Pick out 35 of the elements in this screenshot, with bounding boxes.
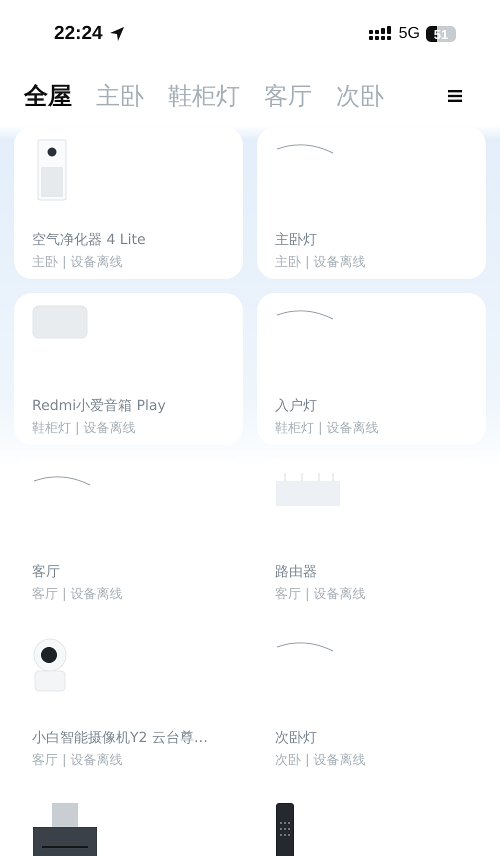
device-status: 次卧 | 设备离线 — [275, 752, 367, 769]
door-lock-icon — [275, 803, 295, 856]
device-name: 路由器 — [275, 563, 318, 581]
device-status: 主卧 | 设备离线 — [275, 254, 367, 271]
camera-icon — [32, 637, 68, 693]
device-status: 客厅 | 设备离线 — [275, 586, 367, 603]
device-card[interactable]: 空气净化器 4 Lite 主卧 | 设备离线 — [14, 127, 243, 279]
signal-icon — [368, 26, 393, 42]
device-card[interactable]: 主卧灯 主卧 | 设备离线 — [257, 127, 486, 279]
device-card[interactable]: 入户灯 鞋柜灯 | 设备离线 — [257, 293, 486, 445]
room-tab[interactable]: 鞋柜灯 — [168, 80, 240, 112]
device-name: 入户灯 — [275, 397, 318, 415]
device-name: 主卧灯 — [275, 231, 318, 249]
device-status: 主卧 | 设备离线 — [32, 254, 124, 271]
menu-icon[interactable] — [448, 90, 462, 102]
device-status: 客厅 | 设备离线 — [32, 586, 124, 603]
device-status: 鞋柜灯 | 设备离线 — [32, 420, 137, 437]
device-name: 空气净化器 4 Lite — [32, 231, 147, 249]
room-tab[interactable]: 全屋 — [24, 80, 72, 112]
device-name: 客厅 — [32, 563, 61, 581]
room-tab[interactable]: 客厅 — [264, 80, 312, 112]
appliance-icon — [32, 803, 98, 856]
clock-time: 22:24 — [54, 23, 103, 45]
network-label: 5G — [398, 25, 420, 43]
speaker-icon — [32, 305, 88, 339]
device-name: Redmi小爱音箱 Play — [32, 397, 167, 415]
room-tab[interactable]: 次卧 — [336, 80, 384, 112]
device-name: 次卧灯 — [275, 729, 318, 747]
device-card[interactable]: Redmi小爱音箱 Play 鞋柜灯 | 设备离线 — [14, 293, 243, 445]
device-status: 鞋柜灯 | 设备离线 — [275, 420, 380, 437]
router-icon — [275, 471, 341, 507]
device-name: 小白智能摄像机Y2 云台尊… — [32, 729, 209, 747]
location-arrow-icon — [108, 26, 125, 42]
device-status: 客厅 | 设备离线 — [32, 752, 124, 769]
room-tab[interactable]: 主卧 — [96, 80, 144, 112]
